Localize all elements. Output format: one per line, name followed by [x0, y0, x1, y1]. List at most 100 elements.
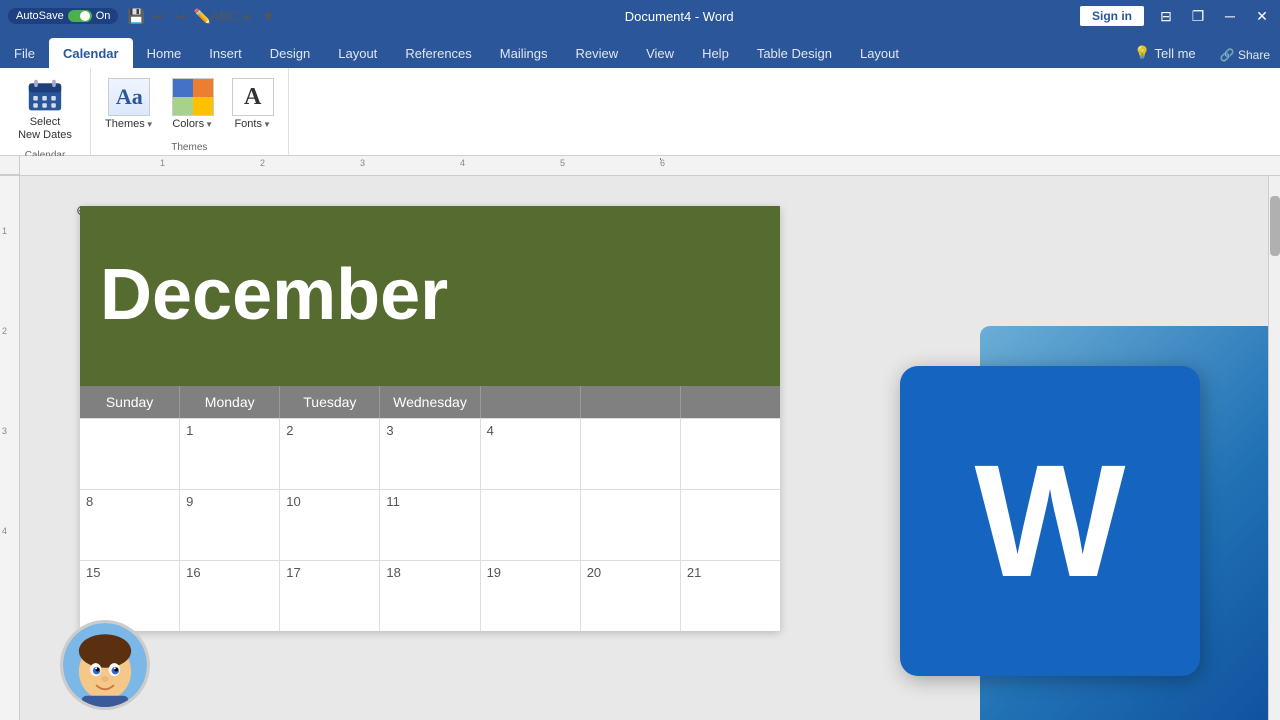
colors-label: Colors: [172, 118, 204, 130]
tab-references[interactable]: References: [391, 38, 485, 68]
fonts-label: Fonts: [234, 118, 262, 130]
undo-icon[interactable]: ↩: [148, 6, 168, 26]
cal-cell-11: 11: [380, 490, 480, 560]
restore-icon[interactable]: ❐: [1188, 6, 1208, 26]
ruler-mark-4: 4: [460, 158, 465, 168]
ruler-v-mark-2: 2: [2, 326, 7, 336]
autosave-label: AutoSave: [16, 10, 64, 22]
ruler-v-mark-4: 4: [2, 526, 7, 536]
cal-week-3: 15 16 17 18 19 20 21: [80, 560, 780, 631]
ruler-mark-5: 5: [560, 158, 565, 168]
ruler-indent[interactable]: [660, 158, 661, 168]
cal-cell-8: 8: [80, 490, 180, 560]
toolbar-icons: 💾 ↩ ↪ ✏️ ABC ≡ ▼: [126, 6, 278, 26]
ruler-vertical: 1 2 3 4: [0, 176, 20, 720]
day-tuesday: Tuesday: [280, 386, 380, 418]
cal-cell-5: [581, 419, 681, 489]
day-thursday: [481, 386, 581, 418]
cal-cell-1: 1: [180, 419, 280, 489]
fonts-chevron-icon: ▼: [263, 120, 271, 129]
ribbon-collapse-icon[interactable]: ⊟: [1156, 6, 1176, 26]
select-new-dates-button[interactable]: SelectNew Dates: [10, 74, 80, 146]
tab-mailings[interactable]: Mailings: [486, 38, 562, 68]
tab-calendar[interactable]: Calendar: [49, 38, 133, 68]
tab-table-design[interactable]: Table Design: [743, 38, 846, 68]
cal-week-2: 8 9 10 11: [80, 489, 780, 560]
redo-icon[interactable]: ↪: [170, 6, 190, 26]
tab-home[interactable]: Home: [133, 38, 196, 68]
title-bar-controls: Sign in ⊟ ❐ ─ ✕: [1080, 6, 1272, 26]
calendar-ribbon-group: SelectNew Dates Calendar: [0, 68, 91, 155]
cal-cell-2: 2: [280, 419, 380, 489]
avatar: [60, 620, 150, 710]
close-icon[interactable]: ✕: [1252, 6, 1272, 26]
spelling-icon[interactable]: ABC: [214, 6, 234, 26]
document-wrapper: 1 2 3 4 5 6 1 2 3 4 ⊕: [0, 156, 1280, 720]
select-dates-label: SelectNew Dates: [18, 116, 72, 142]
themes-button[interactable]: Aa Themes ▼: [99, 74, 160, 134]
save-icon[interactable]: 💾: [126, 6, 146, 26]
calendar-day-header: Sunday Monday Tuesday Wednesday: [80, 386, 780, 418]
avatar-face: [63, 623, 147, 707]
day-monday: Monday: [180, 386, 280, 418]
vertical-scrollbar[interactable]: [1268, 176, 1280, 720]
cal-cell-19: 19: [481, 561, 581, 631]
day-saturday: [681, 386, 780, 418]
month-label: December: [100, 256, 448, 335]
tell-me-label: Tell me: [1154, 46, 1195, 61]
ruler-horizontal: 1 2 3 4 5 6: [20, 156, 1280, 175]
tab-design[interactable]: Design: [256, 38, 324, 68]
calendar-group-items: SelectNew Dates: [10, 74, 80, 146]
cal-cell-16: 16: [180, 561, 280, 631]
ruler-v-mark-3: 3: [2, 426, 7, 436]
tab-review[interactable]: Review: [561, 38, 632, 68]
themes-group-items: Aa Themes ▼ Colors ▼: [99, 74, 280, 134]
ruler-mark-3: 3: [360, 158, 365, 168]
ribbon-content: SelectNew Dates Calendar Aa Themes ▼: [0, 68, 1280, 156]
tab-tell-me[interactable]: 💡 Tell me: [1120, 38, 1209, 68]
autosave-badge[interactable]: AutoSave On: [8, 8, 118, 24]
calendar-icon: [27, 78, 63, 114]
ruler-corner: [0, 156, 20, 175]
autosave-state: On: [96, 10, 111, 22]
ruler-v-mark-1: 1: [2, 226, 7, 236]
cal-cell-21: 21: [681, 561, 780, 631]
cal-cell-14: [681, 490, 780, 560]
sign-in-button[interactable]: Sign in: [1080, 6, 1144, 26]
tab-insert[interactable]: Insert: [195, 38, 256, 68]
tab-layout2[interactable]: Layout: [846, 38, 913, 68]
colors-icon: [172, 78, 214, 116]
cal-cell-6: [681, 419, 780, 489]
cal-cell-10: 10: [280, 490, 380, 560]
cal-cell-empty: [80, 419, 180, 489]
ruler-mark-1: 1: [160, 158, 165, 168]
calendar-header: December: [80, 206, 780, 386]
share-button[interactable]: 🔗 Share: [1210, 42, 1280, 68]
tab-file[interactable]: File: [0, 38, 49, 68]
themes-ribbon-group: Aa Themes ▼ Colors ▼: [91, 68, 289, 155]
document-title: Document4 - Word: [278, 9, 1080, 24]
fonts-button[interactable]: A Fonts ▼: [226, 74, 280, 134]
tab-view[interactable]: View: [632, 38, 688, 68]
tab-layout[interactable]: Layout: [324, 38, 391, 68]
cal-cell-3: 3: [380, 419, 480, 489]
cal-cell-12: [481, 490, 581, 560]
tab-help[interactable]: Help: [688, 38, 743, 68]
ribbon-tabs: File Calendar Home Insert Design Layout …: [0, 32, 1280, 68]
calendar-grid: 1 2 3 4 8 9 10 11: [80, 418, 780, 631]
colors-button[interactable]: Colors ▼: [166, 74, 220, 134]
minimize-icon[interactable]: ─: [1220, 6, 1240, 26]
cal-cell-18: 18: [380, 561, 480, 631]
more-icon[interactable]: ▼: [258, 6, 278, 26]
main-area: 1 2 3 4 5 6 1 2 3 4 ⊕: [0, 156, 1280, 720]
title-bar-left: AutoSave On 💾 ↩ ↪ ✏️ ABC ≡ ▼: [8, 6, 278, 26]
ruler-mark-2: 2: [260, 158, 265, 168]
ruler-top: 1 2 3 4 5 6: [0, 156, 1280, 176]
avatar-svg: [63, 620, 147, 710]
format-icon[interactable]: ≡: [236, 6, 256, 26]
autosave-toggle[interactable]: [68, 10, 92, 22]
themes-aa-icon: Aa: [108, 78, 150, 116]
word-logo-overlay: W: [900, 326, 1280, 720]
day-friday: [581, 386, 681, 418]
scrollbar-thumb[interactable]: [1270, 196, 1280, 256]
